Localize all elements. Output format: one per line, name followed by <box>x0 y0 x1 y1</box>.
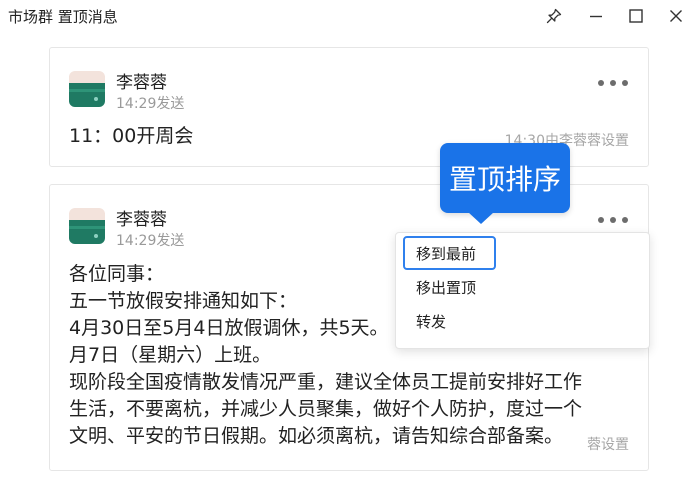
avatar[interactable] <box>69 71 105 107</box>
message-line: 文明、平安的节日假期。如必须离杭，请告知综合部备案。 <box>69 425 564 447</box>
pin-sort-tooltip: 置顶排序 <box>440 143 570 213</box>
tooltip-arrow <box>468 212 494 224</box>
message-body: 11：00开周会 <box>69 125 194 147</box>
more-horizontal-icon <box>598 80 604 86</box>
pin-window-button[interactable] <box>540 4 568 28</box>
sent-time: 14:29发送 <box>116 96 185 112</box>
more-horizontal-icon <box>598 217 604 223</box>
message-line: 现阶段全国疫情散发情况严重，建议全体员工提前安排好工作 <box>69 371 583 393</box>
more-options-button[interactable] <box>598 73 628 93</box>
menu-item-unpin[interactable]: 移出置顶 <box>416 277 476 298</box>
maximize-button[interactable] <box>622 4 650 28</box>
pin-icon <box>546 8 562 24</box>
maximize-icon <box>629 9 643 23</box>
title-bar: 市场群 置顶消息 <box>0 0 700 32</box>
close-icon <box>670 10 682 22</box>
minimize-button[interactable] <box>582 4 610 28</box>
message-line: 生活，不要离杭，并减少人员聚集，做好个人防护，度过一个 <box>69 398 583 420</box>
close-button[interactable] <box>662 4 690 28</box>
minimize-icon <box>590 15 602 18</box>
sender-name: 李蓉蓉 <box>116 210 167 230</box>
sent-time: 14:29发送 <box>116 233 185 249</box>
avatar[interactable] <box>69 208 105 244</box>
more-options-button[interactable] <box>598 210 628 230</box>
menu-item-forward[interactable]: 转发 <box>416 311 446 332</box>
highlight-box <box>403 236 496 270</box>
window-title: 市场群 置顶消息 <box>8 8 118 26</box>
sender-name: 李蓉蓉 <box>116 73 167 93</box>
context-menu: 移到最前 移出置顶 转发 <box>395 232 650 349</box>
